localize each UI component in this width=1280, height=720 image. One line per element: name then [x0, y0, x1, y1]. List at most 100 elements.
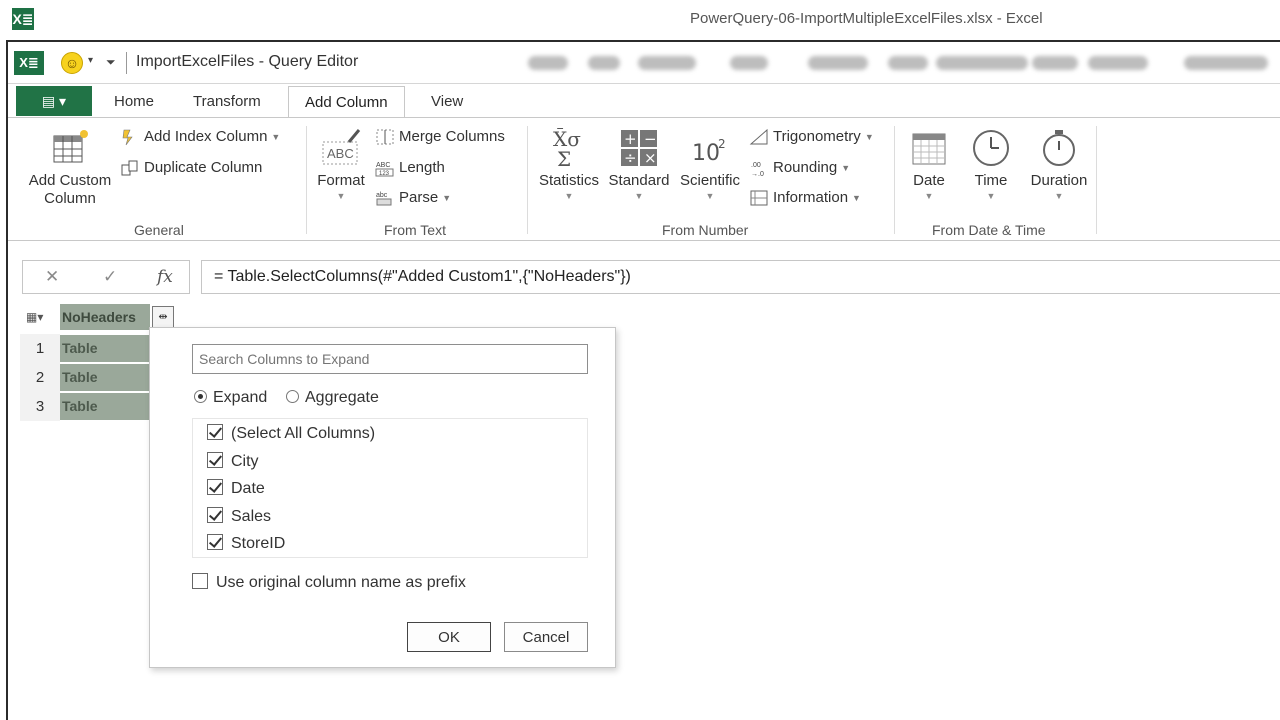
- search-columns-input[interactable]: [192, 344, 588, 374]
- row-number: 3: [20, 392, 60, 421]
- group-separator: [306, 126, 307, 234]
- table-cell[interactable]: Table: [60, 335, 150, 362]
- checkbox-storeid[interactable]: StoreID: [207, 533, 285, 555]
- table-cell[interactable]: Table: [60, 364, 150, 391]
- checkbox[interactable]: [207, 479, 223, 495]
- duration-button[interactable]: Duration ▼: [1020, 128, 1098, 202]
- clock-icon: [973, 130, 1009, 166]
- checkbox[interactable]: [207, 507, 223, 523]
- standard-button[interactable]: + − ÷ × Standard ▼: [606, 128, 672, 202]
- information-button[interactable]: Information ▼: [749, 187, 861, 209]
- add-custom-column-label-1: Add Custom: [28, 172, 112, 189]
- blurred-region: [888, 56, 928, 70]
- tab-add-column[interactable]: Add Column: [288, 86, 405, 118]
- checkbox[interactable]: [207, 424, 223, 440]
- scientific-button[interactable]: 10 2 Scientific ▼: [676, 128, 744, 202]
- rounding-dropdown-icon[interactable]: ▼: [841, 163, 850, 173]
- column-header-noheaders[interactable]: NoHeaders: [60, 304, 150, 330]
- column-checkbox-list: (Select All Columns) City Date Sales Sto…: [192, 418, 588, 558]
- time-dropdown-icon[interactable]: ▼: [961, 190, 1021, 202]
- quick-access-customize-icon[interactable]: ⏷: [106, 55, 116, 70]
- add-custom-column-label-2: Column: [44, 190, 96, 207]
- duplicate-column-icon: [121, 160, 138, 176]
- blurred-region: [936, 56, 1028, 70]
- trigonometry-button[interactable]: Trigonometry ▼: [749, 126, 874, 148]
- row-number: 1: [20, 334, 60, 363]
- svg-text:÷: ÷: [624, 149, 637, 167]
- svg-text:abc: abc: [376, 192, 388, 199]
- group-separator: [1096, 126, 1097, 234]
- blurred-region: [588, 56, 620, 70]
- group-separator: [527, 126, 528, 234]
- formula-bar: ✕ ✓ fx = Table.SelectColumns(#"Added Cus…: [18, 260, 1280, 296]
- format-button[interactable]: ABC Format ▼: [310, 128, 372, 202]
- expand-radio-option[interactable]: Expand: [194, 388, 267, 408]
- group-label-general: General: [134, 222, 184, 238]
- aggregate-radio-option[interactable]: Aggregate: [286, 388, 379, 408]
- duration-dropdown-icon[interactable]: ▼: [1020, 190, 1098, 202]
- svg-text:→.0: →.0: [751, 171, 764, 177]
- checkbox-date[interactable]: Date: [207, 478, 265, 500]
- format-dropdown-icon[interactable]: ▼: [310, 190, 372, 202]
- checkbox-city[interactable]: City: [207, 451, 259, 473]
- standard-dropdown-icon[interactable]: ▼: [606, 190, 672, 202]
- add-index-column-dropdown-icon[interactable]: ▼: [271, 132, 280, 142]
- add-index-column-button[interactable]: Add Index Column ▼: [120, 126, 280, 148]
- length-button[interactable]: ABC 123 Length: [375, 157, 445, 179]
- format-label: Format: [317, 172, 365, 189]
- custom-column-icon: [53, 130, 88, 163]
- formula-input[interactable]: = Table.SelectColumns(#"Added Custom1",{…: [201, 260, 1280, 294]
- feedback-smiley-icon[interactable]: ☺: [61, 52, 83, 74]
- insert-function-icon[interactable]: fx: [157, 267, 173, 287]
- statistics-sigma-icon: X̄σ Σ: [553, 126, 581, 171]
- expand-column-icon[interactable]: ⇹: [152, 306, 174, 328]
- parse-button[interactable]: abc Parse ▼: [375, 187, 451, 209]
- svg-text:10: 10: [692, 141, 720, 166]
- checkbox-select-all[interactable]: (Select All Columns): [207, 423, 375, 445]
- table-menu-icon[interactable]: ▦▾: [20, 304, 60, 330]
- expand-radio[interactable]: [194, 390, 207, 403]
- formula-cancel-icon[interactable]: ✕: [45, 267, 59, 287]
- rounding-button[interactable]: .00 →.0 Rounding ▼: [749, 157, 850, 179]
- use-prefix-checkbox[interactable]: [192, 573, 208, 589]
- checkbox-sales[interactable]: Sales: [207, 506, 271, 528]
- add-custom-column-button[interactable]: Add Custom Column: [20, 128, 120, 208]
- blurred-region: [730, 56, 768, 70]
- time-button[interactable]: Time ▼: [961, 128, 1021, 202]
- merge-columns-button[interactable]: Merge Columns: [375, 126, 505, 148]
- trigonometry-dropdown-icon[interactable]: ▼: [865, 132, 874, 142]
- aggregate-radio[interactable]: [286, 390, 299, 403]
- statistics-dropdown-icon[interactable]: ▼: [534, 190, 604, 202]
- format-abc-icon: ABC: [322, 129, 361, 165]
- tab-transform[interactable]: Transform: [177, 86, 277, 118]
- tab-view[interactable]: View: [415, 86, 479, 118]
- statistics-button[interactable]: X̄σ Σ Statistics ▼: [534, 126, 604, 202]
- blurred-region: [528, 56, 568, 70]
- file-tab[interactable]: ▤ ▾: [16, 86, 92, 116]
- parse-dropdown-icon[interactable]: ▼: [442, 193, 451, 203]
- blurred-region: [808, 56, 868, 70]
- scientific-label: Scientific: [679, 172, 741, 189]
- checkbox[interactable]: [207, 534, 223, 550]
- blurred-region: [1184, 56, 1268, 70]
- scientific-dropdown-icon[interactable]: ▼: [676, 190, 744, 202]
- ok-button[interactable]: OK: [407, 622, 491, 652]
- date-dropdown-icon[interactable]: ▼: [900, 190, 958, 202]
- table-cell[interactable]: Table: [60, 393, 150, 420]
- row-number: 2: [20, 363, 60, 392]
- date-button[interactable]: Date ▼: [900, 128, 958, 202]
- formula-confirm-icon[interactable]: ✓: [103, 267, 117, 287]
- date-label: Date: [913, 172, 945, 189]
- standard-operators-icon: + − ÷ ×: [621, 130, 657, 167]
- svg-text:×: ×: [644, 149, 657, 167]
- cancel-button[interactable]: Cancel: [504, 622, 588, 652]
- length-icon: ABC 123: [375, 162, 394, 177]
- use-prefix-option[interactable]: Use original column name as prefix: [192, 572, 466, 594]
- checkbox[interactable]: [207, 452, 223, 468]
- information-icon: [750, 190, 768, 206]
- duplicate-column-button[interactable]: Duplicate Column: [120, 157, 262, 179]
- tab-home[interactable]: Home: [98, 86, 170, 118]
- smiley-dropdown-icon[interactable]: ▾: [88, 55, 93, 66]
- information-dropdown-icon[interactable]: ▼: [852, 193, 861, 203]
- svg-text:ABC: ABC: [376, 162, 390, 169]
